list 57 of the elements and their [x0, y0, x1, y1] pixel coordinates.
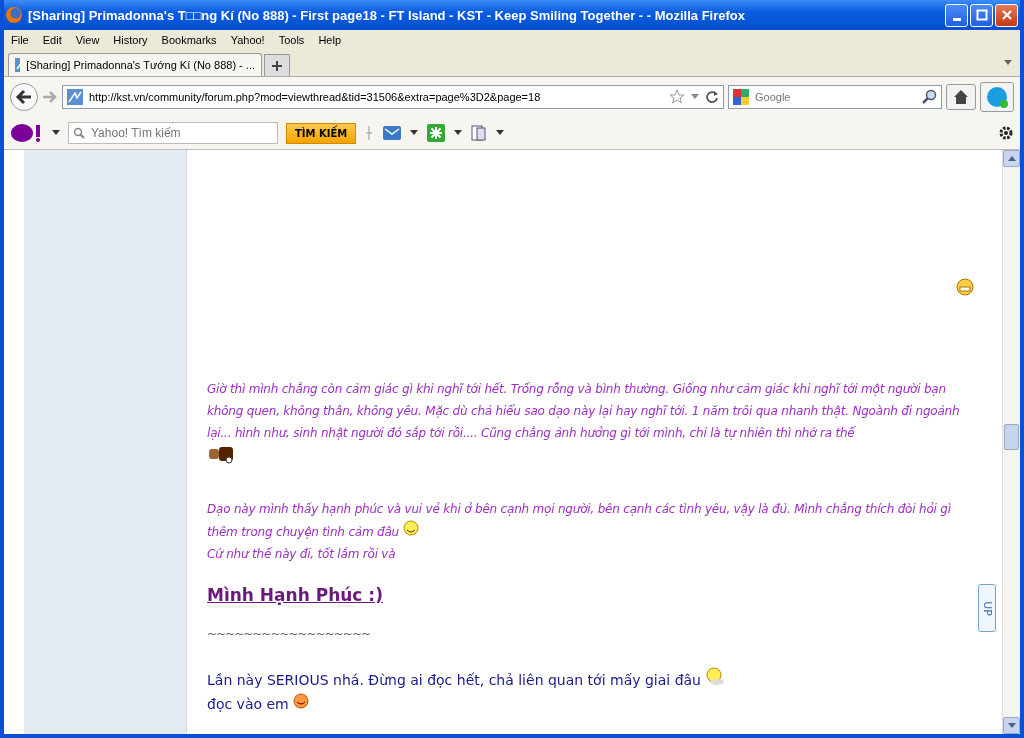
menu-item[interactable]: File — [4, 34, 36, 46]
browser-tab[interactable]: [Sharing] Primadonna's Tướng Kí (No 888) - ... — [8, 53, 262, 76]
settings-icon[interactable] — [998, 125, 1014, 141]
back-arrow-icon — [15, 88, 33, 106]
menu-item[interactable]: Bookmarks — [154, 34, 224, 46]
post-paragraph: Dạo này mình thấy hạnh phúc và vui vẻ khi ở bên cạnh mọi người, bên cạnh các tình yêu, vậy là đủ. Mình chẳng thích đòi hỏi gì thêm trong chuyện tình cảm đâu — [207, 501, 952, 541]
dropdown-icon[interactable] — [410, 130, 419, 136]
home-button[interactable] — [946, 84, 976, 110]
reload-icon[interactable] — [705, 90, 719, 104]
new-tab-button[interactable] — [264, 54, 290, 76]
heading-link[interactable]: Mình Hạnh Phúc :) — [207, 585, 962, 605]
scrollbar[interactable] — [1002, 150, 1020, 734]
search-icon[interactable] — [921, 89, 937, 105]
post-paragraph: Giờ thì mình chẳng còn cảm giác gì khi nghĩ tới hết. Trống rỗng và bình thường. Giống như cảm giác khi nghĩ tới một người bạn không quen, không thân, không yêu. Mặc dù chả hiểu sao dạo này lại hay nghĩ tới. 1 năm trôi qua nhanh thật. Ngoành đi ngoảnh lại... hình như, sinh nhật người đó sắp tới rồi.... Cũng chẳng ảnh hưởng gì tới mình, chỉ là tự nhiên thì nhớ ra thế — [207, 381, 961, 442]
divider-grip-icon — [364, 125, 375, 141]
address-bar[interactable]: http://kst.vn/community/forum.php?mod=viewthread&tid=31506&extra=page%3D2&page=18 — [62, 85, 724, 109]
menu-item[interactable]: Yahoo! — [223, 34, 272, 46]
dropdown-icon[interactable] — [52, 130, 60, 136]
search-icon — [73, 127, 85, 139]
window-title: [Sharing] Primadonna's T□□ng Kí (No 888) - First page18 - FT Island - KST - Keep Smiling Together - - Mozilla Firefox — [28, 7, 745, 23]
post-line: đọc vào em — [207, 692, 962, 716]
menu-item[interactable]: Edit — [35, 34, 69, 46]
search-box[interactable]: Google — [728, 85, 942, 109]
mail-icon[interactable] — [382, 124, 403, 142]
close-button[interactable] — [995, 3, 1018, 27]
post-paragraph: Cứ như thế này đi, tốt lắm rồi và — [207, 546, 397, 563]
close-icon — [1000, 9, 1013, 21]
menu-item[interactable]: Help — [311, 34, 348, 46]
scrollbar-thumb[interactable] — [1004, 424, 1019, 450]
winking-smiley-icon — [402, 520, 419, 536]
minimize-button[interactable] — [945, 3, 968, 27]
dropdown-icon[interactable] — [496, 130, 505, 136]
home-icon — [953, 89, 969, 105]
dropdown-icon[interactable] — [454, 130, 463, 136]
menu-item[interactable]: View — [68, 34, 107, 46]
document-icon[interactable] — [470, 124, 489, 142]
tab-list-icon[interactable] — [1004, 60, 1012, 66]
star-icon[interactable] — [669, 89, 685, 105]
menu-item[interactable]: Tools — [271, 34, 312, 46]
maximize-icon — [975, 9, 988, 21]
scroll-up-button[interactable]: UP — [978, 584, 996, 632]
tilde-separator: ~~~~~~~~~~~~~~~~~~ — [207, 627, 371, 641]
back-button[interactable] — [10, 83, 38, 111]
firefox-icon — [6, 7, 22, 23]
post-line: Lần này SERIOUS nhá. Đừng ai đọc hết, chả liên quan tới mấy giai đâu — [207, 667, 962, 692]
maximize-button[interactable] — [970, 3, 993, 27]
blushing-smiley-icon — [293, 693, 310, 709]
grinning-smiley-icon — [956, 278, 974, 296]
skype-icon — [985, 85, 1009, 109]
yahoo-search-button[interactable]: TÌM KIẾM — [286, 122, 357, 144]
google-icon — [733, 89, 749, 105]
menu-item[interactable]: History — [106, 34, 155, 46]
asterisk-icon[interactable] — [426, 123, 447, 143]
plus-icon — [271, 59, 283, 72]
yahoo-search-box[interactable]: Yahoo! Tìm kiếm — [68, 122, 278, 144]
sleepy-smiley-icon — [705, 667, 726, 685]
minimize-icon — [952, 17, 961, 21]
